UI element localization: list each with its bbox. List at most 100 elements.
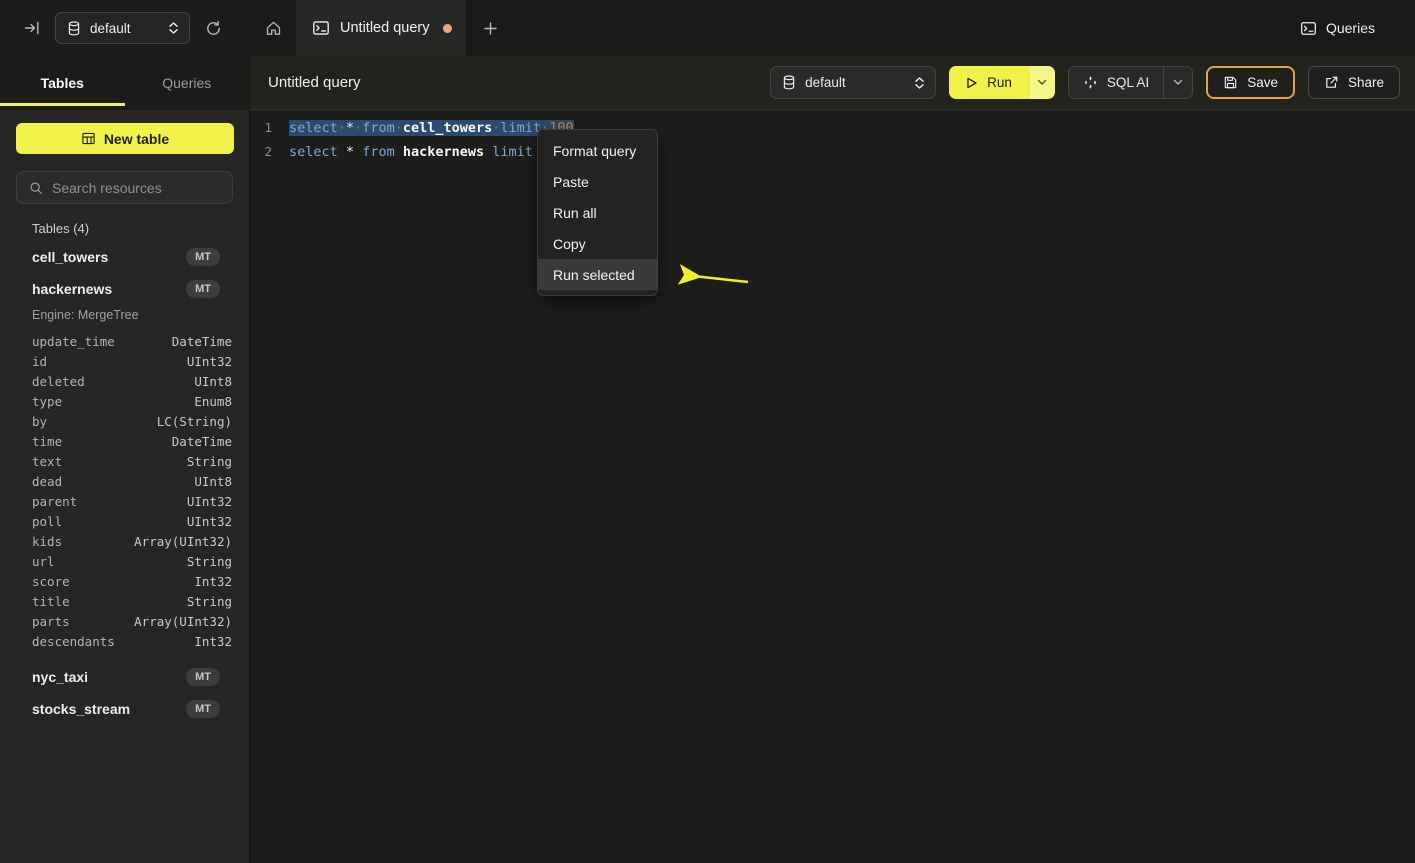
column-name: score <box>32 574 70 589</box>
token: limit <box>500 120 541 136</box>
database-selector-top[interactable]: default <box>55 12 190 44</box>
database-selector-value: default <box>90 21 159 36</box>
sql-ai-button[interactable]: SQL AI <box>1069 67 1163 98</box>
column-type: Array(UInt32) <box>134 534 232 549</box>
column-name: update_time <box>32 334 115 349</box>
token: from <box>362 120 395 136</box>
tab-label: Untitled query <box>340 20 429 36</box>
column-type: Int32 <box>194 574 232 589</box>
sidebar-tabs: Tables Queries <box>0 56 249 110</box>
column-type: UInt8 <box>194 474 232 489</box>
search-icon <box>29 181 43 195</box>
sidebar-tab-tables-label: Tables <box>41 75 84 91</box>
column-name: kids <box>32 534 62 549</box>
column-name: id <box>32 354 47 369</box>
annotation-arrow <box>658 258 754 290</box>
unsaved-changes-dot <box>443 24 452 33</box>
column-name: descendants <box>32 634 115 649</box>
refresh-button[interactable] <box>205 20 222 37</box>
queries-panel-button[interactable]: Queries <box>1300 20 1375 37</box>
new-tab-button[interactable] <box>466 0 514 56</box>
column-row: textString <box>0 451 249 471</box>
token <box>354 144 362 160</box>
column-type: UInt32 <box>187 494 232 509</box>
search-input[interactable] <box>52 180 222 196</box>
menu-item-run-all[interactable]: Run all <box>538 197 657 228</box>
column-name: time <box>32 434 62 449</box>
column-row: dead UInt8 <box>0 471 249 491</box>
tab-untitled-query[interactable]: Untitled query <box>296 0 466 56</box>
token: cell_towers <box>403 120 492 136</box>
table-row-cell_towers[interactable]: cell_towersMT <box>0 241 249 273</box>
menu-item-format-query[interactable]: Format query <box>538 135 657 166</box>
code-line-2: 2select * from hackernews limit <box>250 140 1415 164</box>
column-row: kids Array(UInt32) <box>0 531 249 551</box>
line-number: 1 <box>250 116 280 140</box>
run-button-label: Run <box>987 75 1012 90</box>
line-number: 2 <box>250 140 280 164</box>
column-type: Int32 <box>194 634 232 649</box>
token: · <box>395 120 403 136</box>
context-menu: Format queryPasteRun allCopyRun selected <box>537 129 658 296</box>
code-text: select * from hackernews limit <box>280 140 533 164</box>
column-name: url <box>32 554 55 569</box>
menu-item-paste[interactable]: Paste <box>538 166 657 197</box>
new-table-label: New table <box>104 131 169 147</box>
collapse-sidebar-button[interactable] <box>24 20 40 36</box>
sidebar-tab-queries[interactable]: Queries <box>125 56 250 110</box>
column-name: dead <box>32 474 62 489</box>
column-type: String <box>187 454 232 469</box>
token: hackernews <box>403 144 484 160</box>
chevron-updown-icon <box>914 76 925 90</box>
queries-button-label: Queries <box>1326 20 1375 36</box>
column-row: partsArray(UInt32) <box>0 611 249 631</box>
token: · <box>338 120 346 136</box>
token <box>338 144 346 160</box>
run-options-button[interactable] <box>1030 66 1055 99</box>
database-selector-editor[interactable]: default <box>770 66 936 99</box>
table-grid-icon <box>81 131 96 146</box>
column-type: DateTime <box>172 434 232 449</box>
menu-item-run-selected[interactable]: Run selected <box>538 259 657 290</box>
home-tab-button[interactable] <box>250 0 296 56</box>
sidebar-body: New table Tables (4) cell_towersMThacker… <box>0 110 249 863</box>
sidebar-tab-tables[interactable]: Tables <box>0 56 125 110</box>
collapse-sidebar-icon <box>24 20 40 36</box>
save-button[interactable]: Save <box>1206 66 1295 99</box>
run-split-button: Run <box>949 66 1055 99</box>
column-row: typeEnum8 <box>0 391 249 411</box>
menu-item-copy[interactable]: Copy <box>538 228 657 259</box>
token: select <box>289 120 338 136</box>
column-row: titleString <box>0 591 249 611</box>
sql-ai-options-button[interactable] <box>1163 67 1192 98</box>
column-type: Enum8 <box>194 394 232 409</box>
share-button[interactable]: Share <box>1308 66 1400 99</box>
column-type: String <box>187 554 232 569</box>
engine-badge: MT <box>186 668 220 686</box>
engine-label: Engine: MergeTree <box>0 305 249 325</box>
column-row: update_timeDateTime <box>0 331 249 351</box>
engine-badge: MT <box>186 248 220 266</box>
topbar-left-section: default <box>0 0 250 56</box>
topbar-right-section: Queries <box>1300 0 1415 56</box>
token: * <box>346 144 354 160</box>
run-button[interactable]: Run <box>949 66 1030 99</box>
sql-code-area[interactable]: 1select·*·from·cell_towers·limit·1002sel… <box>250 110 1415 164</box>
database-icon <box>782 75 796 90</box>
new-table-button[interactable]: New table <box>16 123 234 154</box>
sql-ai-split-button: SQL AI <box>1068 66 1193 99</box>
table-row-stocks_stream[interactable]: stocks_streamMT <box>0 693 249 725</box>
sidebar-tab-queries-label: Queries <box>162 75 211 91</box>
table-row-hackernews[interactable]: hackernewsMT <box>0 273 249 305</box>
table-row-nyc_taxi[interactable]: nyc_taxiMT <box>0 661 249 693</box>
search-box <box>16 171 233 204</box>
column-name: poll <box>32 514 62 529</box>
table-name: stocks_stream <box>32 701 130 717</box>
token: · <box>354 120 362 136</box>
column-name: title <box>32 594 70 609</box>
sidebar: Tables Queries New table <box>0 56 250 863</box>
column-row: parentUInt32 <box>0 491 249 511</box>
save-floppy-icon <box>1223 75 1238 90</box>
sparkles-icon <box>1083 75 1098 90</box>
chevron-down-icon <box>1037 79 1047 86</box>
